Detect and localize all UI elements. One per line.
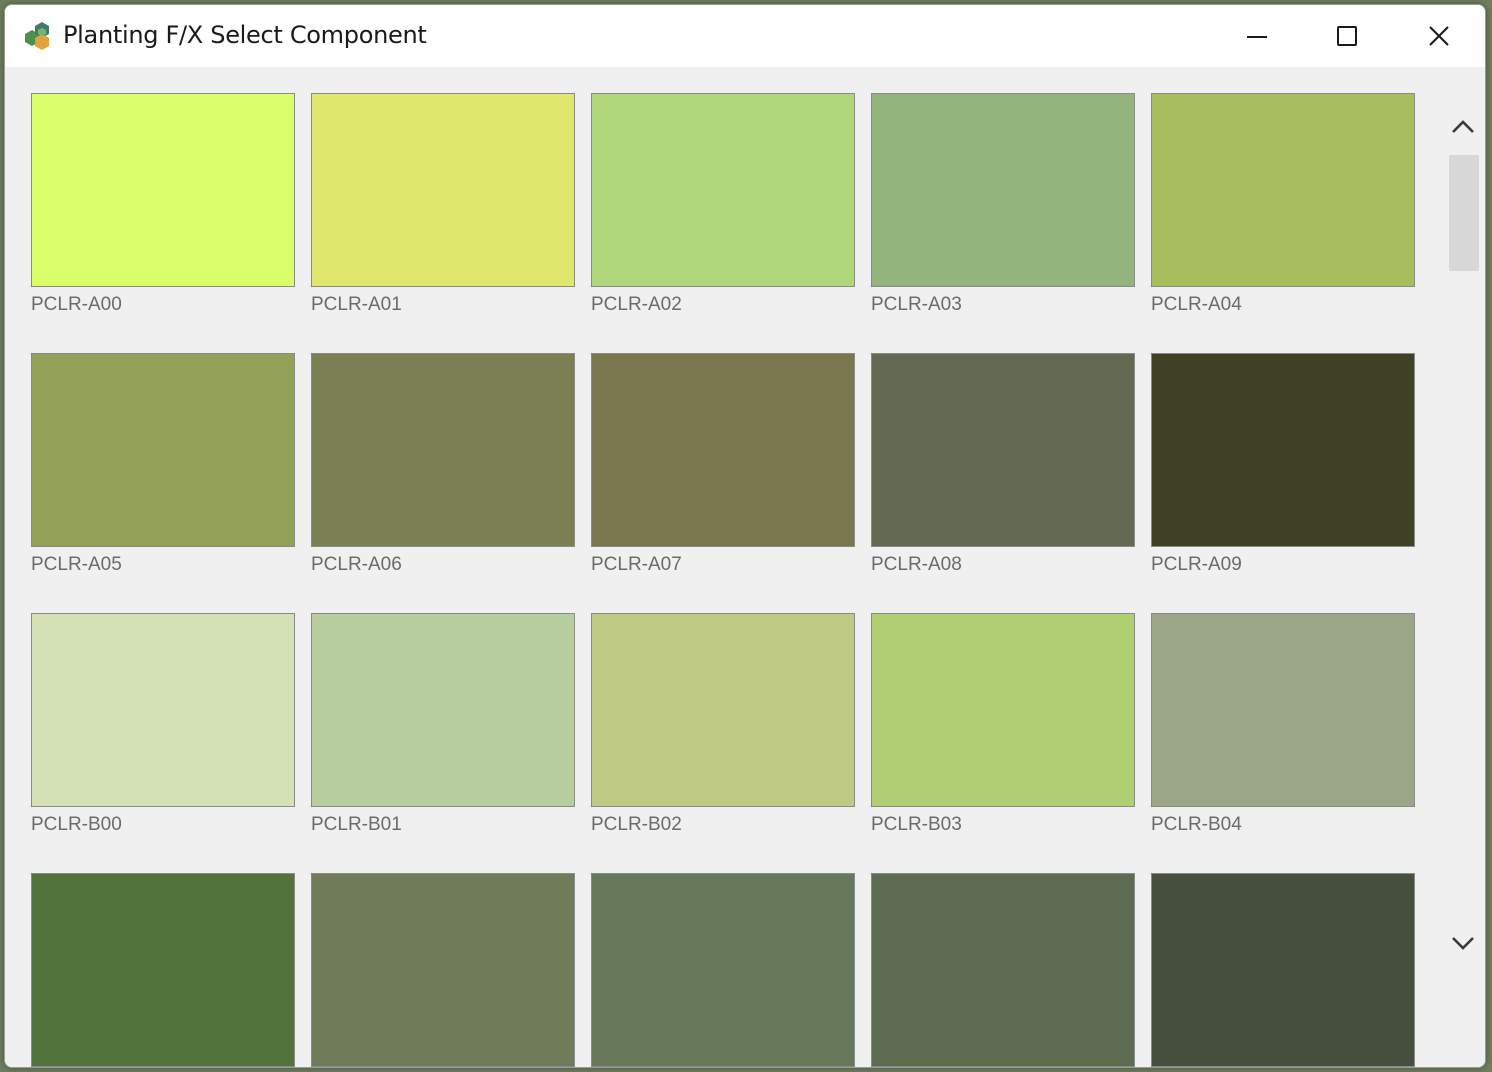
color-swatch[interactable] <box>871 353 1135 547</box>
color-swatch[interactable] <box>311 353 575 547</box>
swatch-item[interactable] <box>591 873 855 1067</box>
color-swatch[interactable] <box>31 613 295 807</box>
swatch-label: PCLR-B04 <box>1151 814 1242 835</box>
swatch-item[interactable]: PCLR-A05 <box>31 353 295 576</box>
swatch-item[interactable]: PCLR-A02 <box>591 93 855 316</box>
swatch-item[interactable]: PCLR-A07 <box>591 353 855 576</box>
select-component-window: Planting F/X Select Component PCLR-A00 PC… <box>4 4 1486 1068</box>
swatch-gallery: PCLR-A00 PCLR-A01 PCLR-A02 PCLR-A03 PCLR-A04… <box>5 67 1485 1067</box>
color-swatch[interactable] <box>1151 93 1415 287</box>
swatch-label: PCLR-B03 <box>871 814 962 835</box>
swatch-label: PCLR-A02 <box>591 294 682 315</box>
swatch-label: PCLR-A01 <box>311 294 402 315</box>
swatch-label: PCLR-A09 <box>1151 554 1242 575</box>
color-swatch[interactable] <box>31 873 295 1067</box>
swatch-item[interactable]: PCLR-B03 <box>871 613 1135 836</box>
color-swatch[interactable] <box>1151 353 1415 547</box>
swatch-label: PCLR-A07 <box>591 554 682 575</box>
color-swatch[interactable] <box>1151 613 1415 807</box>
swatch-label: PCLR-A06 <box>311 554 402 575</box>
title-bar[interactable]: Planting F/X Select Component <box>5 5 1485 67</box>
swatch-item[interactable] <box>871 873 1135 1067</box>
minimize-icon <box>1247 36 1267 38</box>
color-swatch[interactable] <box>871 613 1135 807</box>
window-title: Planting F/X Select Component <box>63 21 427 49</box>
swatch-item[interactable]: PCLR-A06 <box>311 353 575 576</box>
swatch-item[interactable]: PCLR-A09 <box>1151 353 1415 576</box>
maximize-button[interactable] <box>1303 5 1391 67</box>
scroll-down-button[interactable] <box>1443 923 1483 963</box>
swatch-item[interactable]: PCLR-B02 <box>591 613 855 836</box>
swatch-label: PCLR-A04 <box>1151 294 1242 315</box>
close-button[interactable] <box>1395 5 1483 67</box>
color-swatch[interactable] <box>1151 873 1415 1067</box>
swatch-label: PCLR-B00 <box>31 814 122 835</box>
swatch-item[interactable] <box>311 873 575 1067</box>
swatch-item[interactable]: PCLR-A01 <box>311 93 575 316</box>
color-swatch[interactable] <box>871 93 1135 287</box>
color-swatch[interactable] <box>311 93 575 287</box>
color-swatch[interactable] <box>591 93 855 287</box>
swatch-label: PCLR-A03 <box>871 294 962 315</box>
color-swatch[interactable] <box>591 613 855 807</box>
swatch-item[interactable]: PCLR-B00 <box>31 613 295 836</box>
swatch-label: PCLR-B01 <box>311 814 402 835</box>
color-swatch[interactable] <box>31 93 295 287</box>
scroll-up-button[interactable] <box>1443 107 1483 147</box>
maximize-icon <box>1337 26 1357 46</box>
minimize-button[interactable] <box>1213 5 1301 67</box>
swatch-label: PCLR-A00 <box>31 294 122 315</box>
swatch-label: PCLR-A05 <box>31 554 122 575</box>
chevron-down-icon <box>1452 937 1474 950</box>
color-swatch[interactable] <box>871 873 1135 1067</box>
planting-fx-logo-icon <box>25 22 49 50</box>
swatch-item[interactable] <box>1151 873 1415 1067</box>
swatch-item[interactable]: PCLR-A04 <box>1151 93 1415 316</box>
chevron-up-icon <box>1452 120 1474 133</box>
swatch-item[interactable]: PCLR-B01 <box>311 613 575 836</box>
color-swatch[interactable] <box>591 353 855 547</box>
swatch-item[interactable]: PCLR-A03 <box>871 93 1135 316</box>
color-swatch[interactable] <box>311 613 575 807</box>
color-swatch[interactable] <box>591 873 855 1067</box>
color-swatch[interactable] <box>311 873 575 1067</box>
swatch-label: PCLR-B02 <box>591 814 682 835</box>
swatch-item[interactable]: PCLR-B04 <box>1151 613 1415 836</box>
color-swatch[interactable] <box>31 353 295 547</box>
swatch-item[interactable] <box>31 873 295 1067</box>
swatch-item[interactable]: PCLR-A00 <box>31 93 295 316</box>
scroll-thumb[interactable] <box>1449 155 1479 271</box>
swatch-label: PCLR-A08 <box>871 554 962 575</box>
close-icon <box>1429 26 1449 46</box>
swatch-item[interactable]: PCLR-A08 <box>871 353 1135 576</box>
vertical-scrollbar[interactable] <box>1443 107 1483 1007</box>
